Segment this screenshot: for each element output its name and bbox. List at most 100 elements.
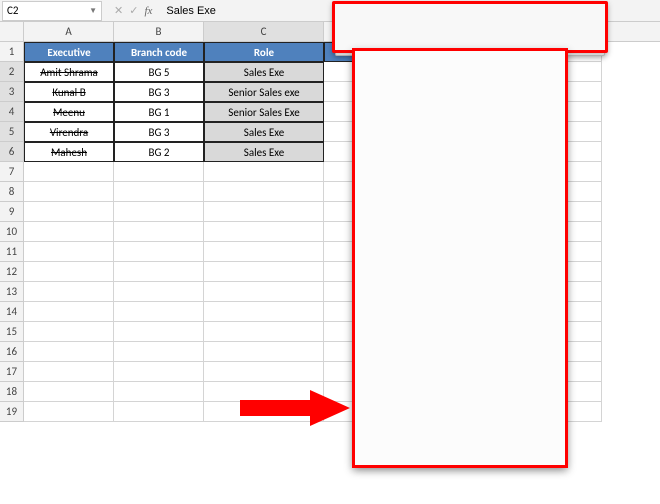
- ctx-cut[interactable]: Cut: [356, 55, 564, 79]
- row-head-7[interactable]: 7: [0, 162, 24, 182]
- cell-B3[interactable]: BG 3: [114, 82, 204, 102]
- cell-C5[interactable]: Sales Exe: [204, 122, 324, 142]
- row-head-5[interactable]: 5: [0, 122, 24, 142]
- font-size-box[interactable]: 11▼: [400, 10, 430, 28]
- cell-C9[interactable]: [204, 202, 324, 222]
- cell-C14[interactable]: [204, 302, 324, 322]
- format-painter-icon[interactable]: [538, 10, 556, 28]
- row-head-11[interactable]: 11: [0, 242, 24, 262]
- merge-icon[interactable]: [507, 32, 525, 50]
- row-head-14[interactable]: 14: [0, 302, 24, 322]
- ctx-define-name[interactable]: Define Name...: [356, 414, 564, 438]
- cell-B8[interactable]: [114, 182, 204, 202]
- cell-C3[interactable]: Senior Sales exe: [204, 82, 324, 102]
- cell-B19[interactable]: [114, 402, 204, 422]
- cell-C7[interactable]: [204, 162, 324, 182]
- decrease-font-icon[interactable]: A▾: [454, 10, 472, 28]
- borders-icon[interactable]: [444, 32, 462, 50]
- name-box[interactable]: C2 ▼: [2, 1, 102, 21]
- ctx-paste-special[interactable]: Paste Special...: [356, 159, 564, 183]
- cell-B2[interactable]: BG 5: [114, 62, 204, 82]
- row-head-12[interactable]: 12: [0, 262, 24, 282]
- row-head-8[interactable]: 8: [0, 182, 24, 202]
- comma-format-icon[interactable]: ,: [517, 10, 535, 28]
- cell-A18[interactable]: [24, 382, 114, 402]
- cell-A12[interactable]: [24, 262, 114, 282]
- row-head-1[interactable]: 1: [0, 42, 24, 62]
- cell-A4[interactable]: Meenu: [24, 102, 114, 122]
- cell-A6[interactable]: Mahesh: [24, 142, 114, 162]
- cell-B13[interactable]: [114, 282, 204, 302]
- cell-B16[interactable]: [114, 342, 204, 362]
- bold-button[interactable]: B: [339, 32, 357, 50]
- cell-C13[interactable]: [204, 282, 324, 302]
- cell-A5[interactable]: Virendra: [24, 122, 114, 142]
- cell-B17[interactable]: [114, 362, 204, 382]
- cell-A3[interactable]: Kunal B: [24, 82, 114, 102]
- cell-C16[interactable]: [204, 342, 324, 362]
- decrease-decimal-icon[interactable]: .00→.0: [465, 32, 483, 50]
- cell-C11[interactable]: [204, 242, 324, 262]
- col-head-B[interactable]: B: [114, 22, 204, 41]
- cell-C8[interactable]: [204, 182, 324, 202]
- cell-A11[interactable]: [24, 242, 114, 262]
- center-align-icon[interactable]: [381, 32, 399, 50]
- ctx-delete[interactable]: Delete...: [356, 212, 564, 236]
- row-head-10[interactable]: 10: [0, 222, 24, 242]
- ctx-insert-comment[interactable]: Insert Comment: [356, 342, 564, 366]
- cell-B6[interactable]: BG 2: [114, 142, 204, 162]
- font-name-box[interactable]: Calibri▼: [339, 10, 397, 28]
- cell-B4[interactable]: BG 1: [114, 102, 204, 122]
- chevron-down-icon[interactable]: ▼: [89, 6, 97, 16]
- cell-B9[interactable]: [114, 202, 204, 222]
- row-head-13[interactable]: 13: [0, 282, 24, 302]
- cell-A2[interactable]: Amit Shrama: [24, 62, 114, 82]
- col-head-A[interactable]: A: [24, 22, 114, 41]
- cancel-icon[interactable]: ✕: [114, 4, 123, 17]
- ctx-quick-analysis[interactable]: Quick Analysis: [356, 265, 564, 289]
- cell-A14[interactable]: [24, 302, 114, 322]
- formula-input[interactable]: [158, 5, 338, 17]
- cell-A16[interactable]: [24, 342, 114, 362]
- row-head-2[interactable]: 2: [0, 62, 24, 82]
- cell-C17[interactable]: [204, 362, 324, 382]
- percent-format-icon[interactable]: %: [496, 10, 514, 28]
- cell-A13[interactable]: [24, 282, 114, 302]
- ctx-filter[interactable]: Filter ▶: [356, 289, 564, 313]
- increase-font-icon[interactable]: A▴: [433, 10, 451, 28]
- cell-C12[interactable]: [204, 262, 324, 282]
- row-head-19[interactable]: 19: [0, 402, 24, 422]
- ctx-hyperlink[interactable]: Hyperlink...: [356, 438, 564, 462]
- cell-A9[interactable]: [24, 202, 114, 222]
- cell-C6[interactable]: Sales Exe: [204, 142, 324, 162]
- cell-B11[interactable]: [114, 242, 204, 262]
- accounting-format-icon[interactable]: $: [475, 10, 493, 28]
- ctx-clear[interactable]: Clear Contents: [356, 236, 564, 260]
- cell-B15[interactable]: [114, 322, 204, 342]
- ctx-insert[interactable]: Insert...: [356, 188, 564, 212]
- cell-C2[interactable]: Sales Exe: [204, 62, 324, 82]
- row-head-15[interactable]: 15: [0, 322, 24, 342]
- cell-B5[interactable]: BG 3: [114, 122, 204, 142]
- cell-C1[interactable]: Role: [204, 42, 324, 62]
- cell-C4[interactable]: Senior Sales Exe: [204, 102, 324, 122]
- cell-B12[interactable]: [114, 262, 204, 282]
- row-head-18[interactable]: 18: [0, 382, 24, 402]
- italic-button[interactable]: I: [360, 32, 378, 50]
- cell-A1[interactable]: Executive: [24, 42, 114, 62]
- cell-B10[interactable]: [114, 222, 204, 242]
- cell-C10[interactable]: [204, 222, 324, 242]
- cell-A17[interactable]: [24, 362, 114, 382]
- font-color-icon[interactable]: A: [423, 32, 441, 50]
- row-head-4[interactable]: 4: [0, 102, 24, 122]
- fx-icon[interactable]: fx: [144, 5, 152, 17]
- fill-color-icon[interactable]: [402, 32, 420, 50]
- enter-icon[interactable]: ✓: [129, 4, 138, 17]
- cell-A8[interactable]: [24, 182, 114, 202]
- cell-A19[interactable]: [24, 402, 114, 422]
- paste-opt-default[interactable]: A: [386, 129, 414, 155]
- cell-A10[interactable]: [24, 222, 114, 242]
- cell-A7[interactable]: [24, 162, 114, 182]
- ctx-sort[interactable]: Sort ▶: [356, 313, 564, 337]
- row-head-17[interactable]: 17: [0, 362, 24, 382]
